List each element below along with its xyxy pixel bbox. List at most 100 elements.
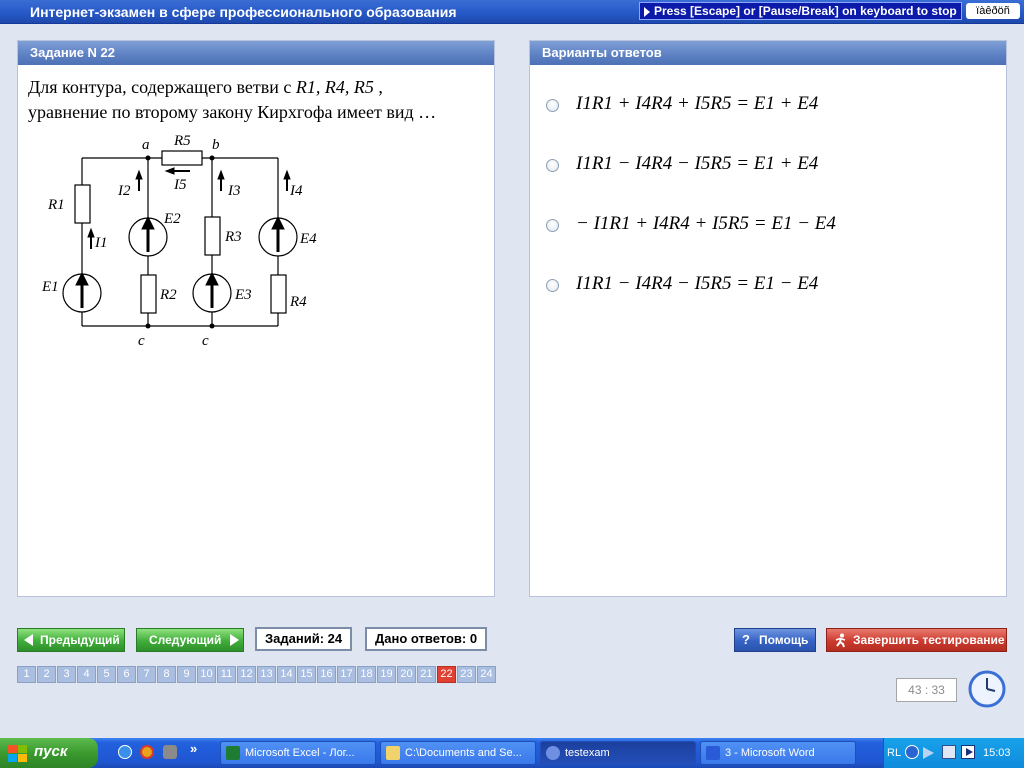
- media-player-icon[interactable]: [140, 745, 154, 759]
- help-button-label: Помощь: [759, 633, 809, 647]
- next-button[interactable]: Следующий: [136, 628, 244, 652]
- excel-icon: [226, 746, 240, 760]
- radio-button[interactable]: [546, 159, 559, 172]
- internet-explorer-icon[interactable]: [118, 745, 132, 759]
- label-i3: I3: [227, 183, 241, 199]
- page-button-13[interactable]: 13: [257, 666, 276, 683]
- resistor-r5: [161, 150, 203, 166]
- page-button-14[interactable]: 14: [277, 666, 296, 683]
- resistor-r3: [204, 216, 221, 256]
- node-c2-label: c: [202, 333, 209, 349]
- node-b-label: b: [212, 137, 220, 153]
- page-button-18[interactable]: 18: [357, 666, 376, 683]
- node-c1-label: c: [138, 333, 145, 349]
- taskbar-item-testexam[interactable]: testexam: [540, 741, 696, 765]
- folder-icon: [386, 746, 400, 760]
- answer-option-text: I1R1 − I4R4 − I5R5 = E1 − E4: [576, 273, 819, 294]
- label-i2: I2: [117, 183, 131, 199]
- taskbar-clock: 15:03: [983, 747, 1011, 759]
- clock-icon: [968, 670, 1006, 708]
- next-button-label: Следующий: [149, 633, 222, 647]
- page-button-23[interactable]: 23: [457, 666, 476, 683]
- escape-hint-banner: Press [Escape] or [Pause/Break] on keybo…: [639, 2, 962, 20]
- question-mark-icon: ?: [742, 632, 750, 647]
- help-button[interactable]: ? Помощь: [734, 628, 816, 652]
- answers-header: Варианты ответов: [530, 41, 1006, 65]
- radio-button[interactable]: [546, 99, 559, 112]
- label-r4: R4: [289, 294, 307, 310]
- page-button-12[interactable]: 12: [237, 666, 256, 683]
- page-button-4[interactable]: 4: [77, 666, 96, 683]
- taskbar-item-word[interactable]: 3 - Microsoft Word: [700, 741, 856, 765]
- answers-panel: Варианты ответов I1R1 + I4R4 + I5R5 = E1…: [529, 40, 1007, 597]
- resistor-r2: [140, 274, 157, 314]
- start-button[interactable]: пуск: [0, 738, 98, 768]
- label-i5: I5: [173, 177, 187, 193]
- page-button-19[interactable]: 19: [377, 666, 396, 683]
- page-button-21[interactable]: 21: [417, 666, 436, 683]
- radio-button[interactable]: [546, 279, 559, 292]
- page-button-5[interactable]: 5: [97, 666, 116, 683]
- node-a-label: a: [142, 137, 150, 153]
- page-button-20[interactable]: 20: [397, 666, 416, 683]
- page-button-6[interactable]: 6: [117, 666, 136, 683]
- quicklaunch-expand-icon[interactable]: »: [190, 741, 197, 756]
- quicklaunch-app-icon[interactable]: [163, 745, 177, 759]
- taskbar-item-label: 3 - Microsoft Word: [725, 747, 815, 759]
- label-e4: E4: [299, 231, 317, 247]
- label-i1: I1: [94, 235, 108, 251]
- circuit-diagram: a b c c R5 R1 R2 R3 R4 E1 E2 E3 E4 I1 I2…: [41, 133, 317, 349]
- app-title: Интернет-экзамен в сфере профессионально…: [30, 4, 457, 20]
- resistor-r1: [74, 184, 91, 224]
- question-text-vars: R1, R4, R5: [295, 77, 374, 97]
- label-r1: R1: [47, 197, 65, 213]
- label-e2: E2: [163, 211, 181, 227]
- page-button-10[interactable]: 10: [197, 666, 216, 683]
- question-text-part1: Для контура, содержащего ветви с: [28, 77, 296, 97]
- tray-collapse-icon[interactable]: [905, 745, 919, 759]
- language-indicator: ïàêðöñ: [966, 3, 1020, 19]
- taskbar-item-label: C:\Documents and Se...: [405, 747, 522, 759]
- taskbar-item-excel[interactable]: Microsoft Excel - Лог...: [220, 741, 376, 765]
- answer-option-text: I1R1 − I4R4 − I5R5 = E1 + E4: [576, 153, 819, 174]
- testexam-icon: [546, 746, 560, 760]
- label-r5: R5: [173, 133, 191, 149]
- question-panel: Задание N 22 Для контура, содержащего ве…: [17, 40, 495, 597]
- resistor-r4: [270, 274, 287, 314]
- question-header: Задание N 22: [18, 41, 494, 65]
- start-button-label: пуск: [34, 743, 68, 760]
- language-indicator-tray[interactable]: RL: [887, 747, 901, 759]
- question-text: Для контура, содержащего ветви с R1, R4,…: [28, 75, 488, 125]
- finish-test-button-label: Завершить тестирование: [853, 633, 1005, 647]
- page-button-1[interactable]: 1: [17, 666, 36, 683]
- page-button-22[interactable]: 22: [437, 666, 456, 683]
- windows-logo-icon: [8, 745, 27, 762]
- label-e3: E3: [234, 287, 252, 303]
- page-button-9[interactable]: 9: [177, 666, 196, 683]
- page-button-11[interactable]: 11: [217, 666, 236, 683]
- taskbar-item-explorer[interactable]: C:\Documents and Se...: [380, 741, 536, 765]
- play-icon[interactable]: [923, 747, 934, 759]
- finish-test-button[interactable]: Завершить тестирование: [826, 628, 1007, 652]
- timer-display: 43 : 33: [896, 678, 957, 702]
- taskbar-item-label: Microsoft Excel - Лог...: [245, 747, 355, 759]
- question-text-part2: ,: [373, 77, 383, 97]
- page-button-17[interactable]: 17: [337, 666, 356, 683]
- arrow-right-icon: [230, 634, 239, 646]
- arrow-left-icon: [24, 634, 33, 646]
- answered-counter: Дано ответов: 0: [365, 627, 488, 651]
- page-button-7[interactable]: 7: [137, 666, 156, 683]
- radio-button[interactable]: [546, 219, 559, 232]
- label-e1: E1: [41, 279, 59, 295]
- network-icon[interactable]: [942, 745, 956, 759]
- page-button-8[interactable]: 8: [157, 666, 176, 683]
- page-button-16[interactable]: 16: [317, 666, 336, 683]
- media-icon[interactable]: [961, 745, 975, 759]
- answer-option-text: I1R1 + I4R4 + I5R5 = E1 + E4: [576, 93, 819, 114]
- page-button-24[interactable]: 24: [477, 666, 496, 683]
- previous-button[interactable]: Предыдущий: [17, 628, 125, 652]
- page-button-2[interactable]: 2: [37, 666, 56, 683]
- page-button-3[interactable]: 3: [57, 666, 76, 683]
- total-tasks-counter: Заданий: 24: [255, 627, 353, 651]
- page-button-15[interactable]: 15: [297, 666, 316, 683]
